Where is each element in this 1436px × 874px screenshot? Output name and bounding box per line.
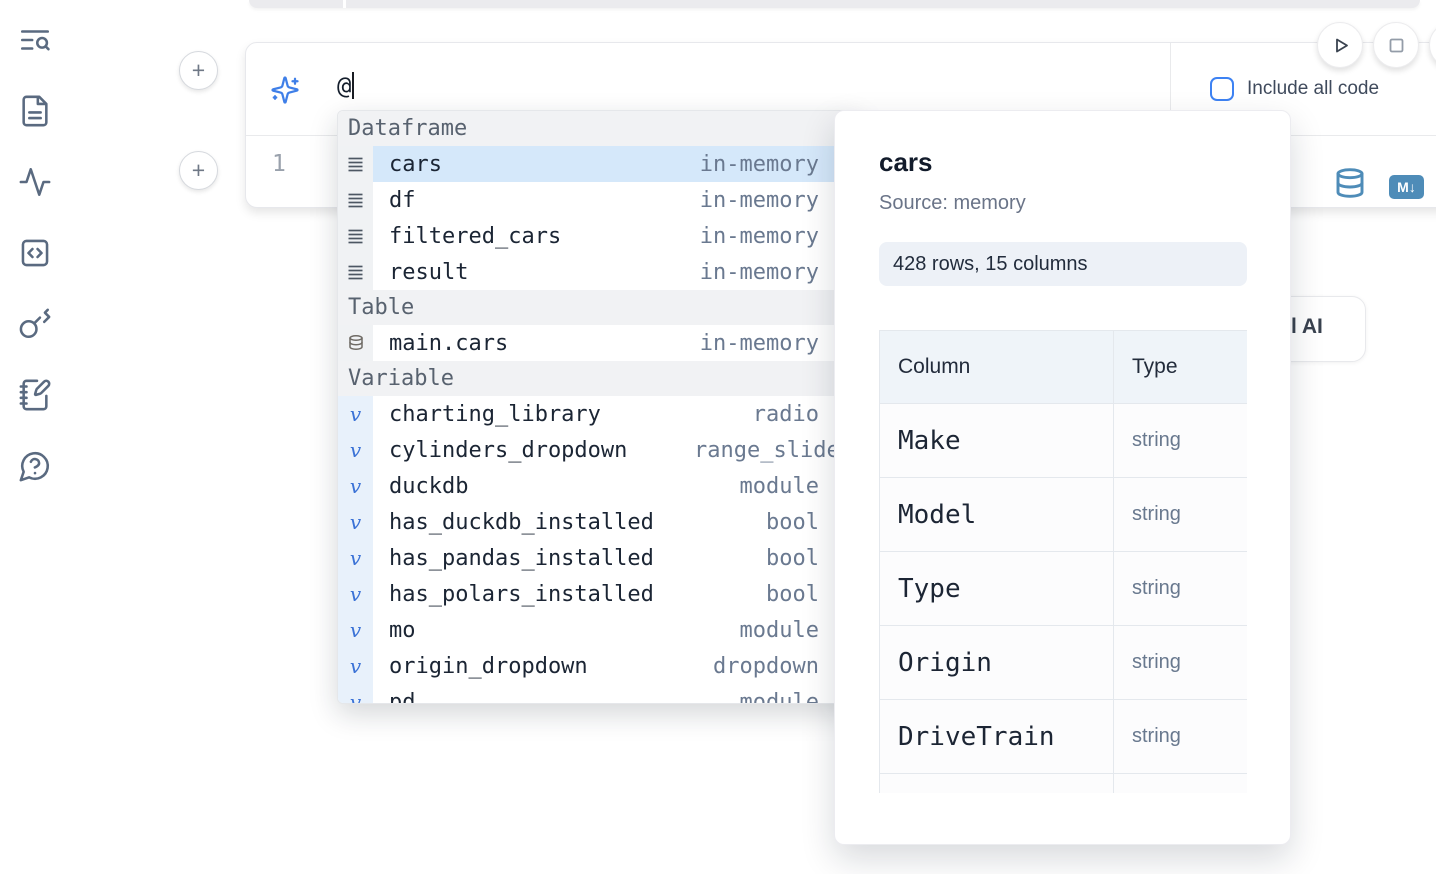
schema-header-column: Column [880,331,1114,404]
table-row: Make string [880,404,1248,478]
dataframe-icon [346,263,365,282]
preview-title: cars [879,147,1290,178]
variable-icon: v [350,404,361,424]
notebook-edit-icon[interactable] [18,378,52,412]
autocomplete-item-filtered-cars[interactable]: filtered_carsin-memory [338,218,859,254]
line-number: 1 [272,151,286,177]
variable-icon: v [350,620,361,640]
marimo-notebook-page: + + @ Include all code 1 M↓ l AI Dataf [0,0,1436,874]
variable-icon: v [350,440,361,460]
sidebar [18,23,52,483]
add-cell-below-button[interactable]: + [179,151,218,190]
section-header-dataframe: Dataframe [338,111,859,146]
variable-icon: v [350,656,361,676]
ai-sparkle-icon [270,75,300,105]
autocomplete-item-cylinders-dropdown[interactable]: v cylinders_dropdownrange_slider [338,432,859,468]
ai-action-button-label: l AI [1291,315,1323,339]
table-database-icon [347,334,365,352]
run-cell-button[interactable] [1317,22,1363,68]
autocomplete-item-pd[interactable]: v pdmodule [338,684,859,704]
code-snippet-icon[interactable] [18,236,52,270]
table-row: Model string [880,478,1248,552]
datasource-icon[interactable] [1334,167,1366,199]
variable-icon: v [350,512,361,532]
ai-prompt-input[interactable]: @ [337,72,354,100]
previous-cell-gutter-divider [343,0,346,8]
shape-badge: 428 rows, 15 columns [879,242,1247,286]
dataframe-icon [346,227,365,246]
schema-header-type: Type [1114,331,1248,404]
autocomplete-dropdown: Dataframe carsin-memory dfin-memory filt… [337,110,860,704]
key-icon[interactable] [18,307,52,341]
autocomplete-item-origin-dropdown[interactable]: v origin_dropdowndropdown [338,648,859,684]
stop-icon [1384,33,1409,58]
document-icon[interactable] [18,94,52,128]
previous-cell-output-strip [249,0,1420,8]
autocomplete-item-has-polars-installed[interactable]: v has_polars_installedbool [338,576,859,612]
autocomplete-item-charting-library[interactable]: v charting_libraryradio [338,396,859,432]
schema-table: Column Type Make string Model string Typ… [879,330,1247,793]
autocomplete-item-cars[interactable]: carsin-memory [338,146,859,182]
variable-icon: v [350,548,361,568]
autocomplete-item-duckdb[interactable]: v duckdbmodule [338,468,859,504]
variable-icon: v [350,692,361,704]
autocomplete-item-has-duckdb-installed[interactable]: v has_duckdb_installedbool [338,504,859,540]
autocomplete-item-df[interactable]: dfin-memory [338,182,859,218]
section-header-variable: Variable [338,361,859,396]
section-header-table: Table [338,290,859,325]
stop-cell-button[interactable] [1373,22,1419,68]
variable-icon: v [350,584,361,604]
help-chat-icon[interactable] [18,449,52,483]
dataframe-icon [346,155,365,174]
dataframe-preview-panel: cars Source: memory 428 rows, 15 columns… [834,110,1291,845]
activity-icon[interactable] [18,165,52,199]
autocomplete-item-has-pandas-installed[interactable]: v has_pandas_installedbool [338,540,859,576]
table-row: DriveTrain string [880,700,1248,774]
schema-table-wrapper: Column Type Make string Model string Typ… [879,330,1247,793]
dataframe-icon [346,191,365,210]
variable-icon: v [350,476,361,496]
autocomplete-item-main-cars[interactable]: main.carsin-memory [338,325,859,361]
autocomplete-item-mo[interactable]: v momodule [338,612,859,648]
text-cursor [352,72,354,99]
preview-source: Source: memory [879,192,1290,215]
include-all-code-label: Include all code [1247,78,1379,100]
play-icon [1328,33,1353,58]
autocomplete-item-result[interactable]: resultin-memory [338,254,859,290]
table-row: Type string [880,552,1248,626]
table-row: Origin string [880,626,1248,700]
table-row-partial [880,774,1248,794]
include-all-code-checkbox[interactable] [1210,77,1234,101]
contents-search-icon[interactable] [18,23,52,57]
add-cell-above-button[interactable]: + [179,51,218,90]
markdown-export-icon[interactable]: M↓ [1389,175,1424,199]
